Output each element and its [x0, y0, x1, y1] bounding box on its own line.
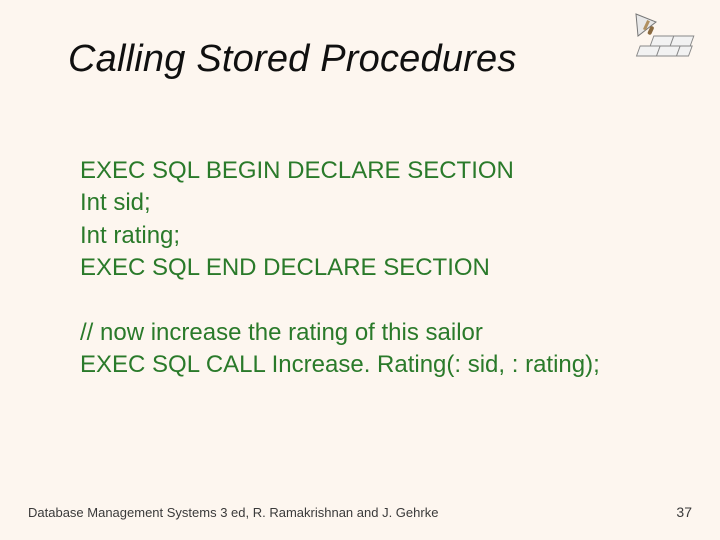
slide: Calling Stored Procedures EXEC SQL BEGIN…	[0, 0, 720, 540]
page-number: 37	[676, 504, 692, 520]
code-line: Int rating;	[80, 220, 600, 252]
code-line: Int sid;	[80, 187, 600, 219]
slide-body: EXEC SQL BEGIN DECLARE SECTION Int sid; …	[80, 155, 600, 381]
code-line: // now increase the rating of this sailo…	[80, 317, 600, 349]
code-line: EXEC SQL BEGIN DECLARE SECTION	[80, 155, 600, 187]
bricks-trowel-icon	[628, 8, 698, 68]
footer-text: Database Management Systems 3 ed, R. Ram…	[28, 505, 438, 520]
code-line: EXEC SQL CALL Increase. Rating(: sid, : …	[80, 349, 600, 381]
code-line: EXEC SQL END DECLARE SECTION	[80, 252, 600, 284]
slide-title: Calling Stored Procedures	[68, 38, 517, 81]
spacer	[80, 285, 600, 317]
